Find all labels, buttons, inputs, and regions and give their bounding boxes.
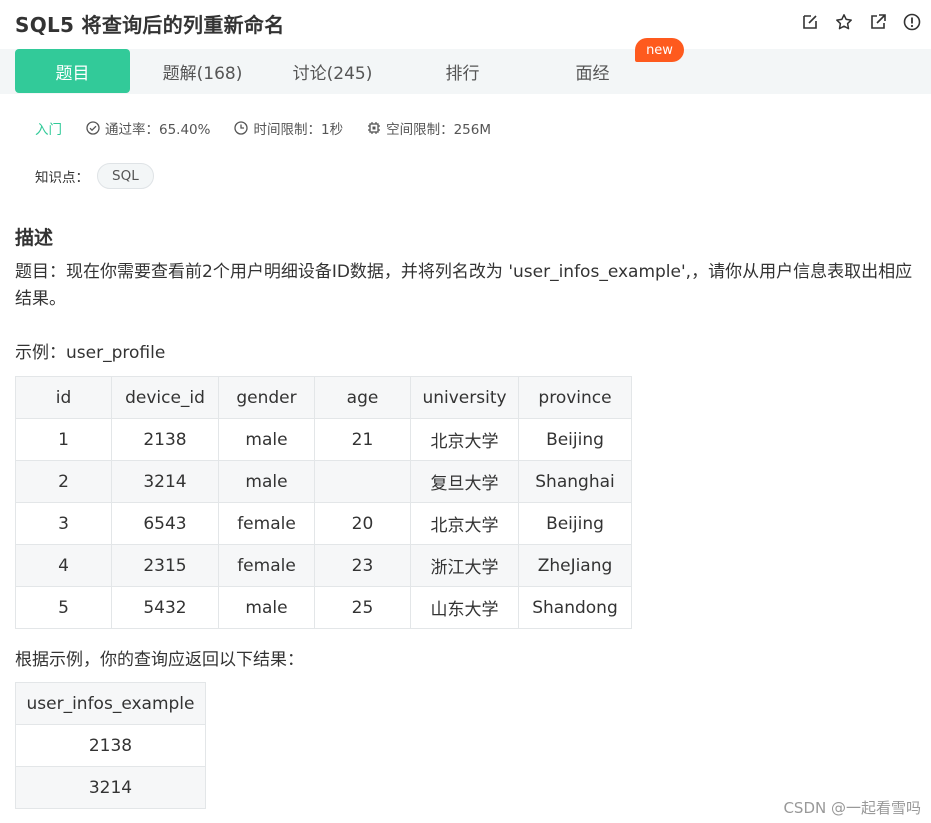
table-cell: 6543 — [111, 502, 219, 545]
table-cell: 北京大学 — [410, 502, 519, 545]
clock-icon — [234, 121, 249, 135]
table-cell: 3 — [15, 502, 112, 545]
result-label: 根据示例，你的查询应返回以下结果： — [15, 650, 304, 670]
watermark: CSDN @一起看雪吗 — [783, 799, 921, 817]
external-link-icon[interactable] — [867, 11, 889, 33]
new-badge: new — [635, 38, 684, 62]
column-header: university — [410, 376, 519, 419]
table-row: 2138 — [15, 724, 206, 767]
table-cell: Beijing — [518, 418, 632, 461]
table-cell: 5432 — [111, 586, 219, 629]
table-cell: 5 — [15, 586, 112, 629]
table-cell: male — [218, 586, 315, 629]
check-circle-icon — [86, 121, 100, 135]
table-cell: 4 — [15, 544, 112, 587]
table-cell: Shanghai — [518, 460, 632, 503]
tab-interview[interactable]: 面经 — [535, 49, 650, 93]
table-cell: Shandong — [518, 586, 632, 629]
table-header-row: user_infos_example — [15, 682, 206, 725]
space-limit-text: 空间限制：256M — [386, 122, 491, 138]
knowledge-points: 知识点： SQL — [35, 162, 154, 190]
table-cell: ZheJiang — [518, 544, 632, 587]
table-row: 3 6543 female 20 北京大学 Beijing — [15, 502, 632, 545]
knowledge-label: 知识点： — [35, 170, 89, 186]
table-cell: 3214 — [111, 460, 219, 503]
pass-rate: 通过率：65.40% — [86, 118, 210, 138]
result-table: user_infos_example 2138 3214 — [15, 682, 206, 809]
table-cell: Beijing — [518, 502, 632, 545]
table-cell: 20 — [314, 502, 411, 545]
problem-description: 题目：现在你需要查看前2个用户明细设备ID数据，并将列名改为 'user_inf… — [15, 262, 913, 309]
table-cell: female — [218, 502, 315, 545]
table-cell: male — [218, 460, 315, 503]
table-row: 2 3214 male 复旦大学 Shanghai — [15, 460, 632, 503]
table-cell: 复旦大学 — [410, 460, 519, 503]
table-cell — [314, 460, 411, 503]
table-cell: female — [218, 544, 315, 587]
table-header-row: id device_id gender age university provi… — [15, 376, 632, 419]
title-bar: SQL5 将查询后的列重新命名 — [0, 0, 931, 46]
chip-icon — [368, 122, 381, 134]
tab-discussion[interactable]: 讨论(245) — [275, 49, 390, 93]
section-title-description: 描述 — [15, 227, 54, 249]
problem-meta: 入门 通过率：65.40% 时间限制：1秒 空间限制：256M — [35, 117, 515, 139]
table-cell: 2138 — [15, 724, 206, 767]
table-cell: 山东大学 — [410, 586, 519, 629]
report-icon[interactable] — [901, 11, 923, 33]
table-cell: 北京大学 — [410, 418, 519, 461]
example-label: 示例：user_profile — [15, 343, 166, 363]
table-cell: 2138 — [111, 418, 219, 461]
column-header: province — [518, 376, 632, 419]
table-cell: 25 — [314, 586, 411, 629]
tab-solutions[interactable]: 题解(168) — [145, 49, 260, 93]
example-table: id device_id gender age university provi… — [15, 376, 632, 629]
tag-sql[interactable]: SQL — [97, 163, 154, 189]
table-cell: 3214 — [15, 766, 206, 809]
time-limit: 时间限制：1秒 — [234, 118, 343, 138]
tab-ranking[interactable]: 排行 — [405, 49, 520, 93]
table-row: 3214 — [15, 766, 206, 809]
column-header: id — [15, 376, 112, 419]
table-cell: 21 — [314, 418, 411, 461]
column-header: user_infos_example — [15, 682, 206, 725]
table-row: 5 5432 male 25 山东大学 Shandong — [15, 586, 632, 629]
tab-problem[interactable]: 题目 — [15, 49, 130, 93]
table-cell: 1 — [15, 418, 112, 461]
column-header: age — [314, 376, 411, 419]
column-header: device_id — [111, 376, 219, 419]
page-title: SQL5 将查询后的列重新命名 — [15, 13, 285, 37]
tab-bar: 题目 题解(168) 讨论(245) 排行 面经 new — [0, 38, 931, 94]
table-cell: 23 — [314, 544, 411, 587]
table-row: 4 2315 female 23 浙江大学 ZheJiang — [15, 544, 632, 587]
pass-rate-text: 通过率：65.40% — [105, 122, 211, 138]
table-cell: male — [218, 418, 315, 461]
table-cell: 浙江大学 — [410, 544, 519, 587]
title-actions — [799, 11, 923, 33]
table-row: 1 2138 male 21 北京大学 Beijing — [15, 418, 632, 461]
space-limit: 空间限制：256M — [367, 118, 491, 138]
table-cell: 2315 — [111, 544, 219, 587]
column-header: gender — [218, 376, 315, 419]
table-cell: 2 — [15, 460, 112, 503]
difficulty-level: 入门 — [35, 122, 62, 138]
star-icon[interactable] — [833, 11, 855, 33]
edit-icon[interactable] — [799, 11, 821, 33]
time-limit-text: 时间限制：1秒 — [253, 122, 344, 138]
